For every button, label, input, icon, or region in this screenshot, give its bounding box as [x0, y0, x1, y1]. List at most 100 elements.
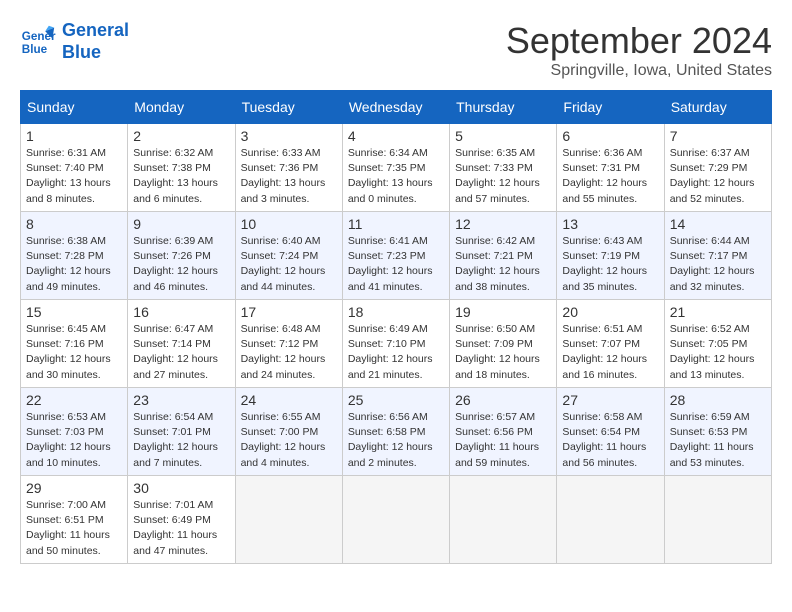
day-info: Sunrise: 6:58 AMSunset: 6:54 PMDaylight:… [562, 410, 658, 471]
day-info: Sunrise: 6:34 AMSunset: 7:35 PMDaylight:… [348, 146, 444, 207]
day-number: 9 [133, 216, 229, 232]
calendar-cell: 2Sunrise: 6:32 AMSunset: 7:38 PMDaylight… [128, 124, 235, 212]
day-number: 23 [133, 392, 229, 408]
day-number: 2 [133, 128, 229, 144]
day-info: Sunrise: 6:39 AMSunset: 7:26 PMDaylight:… [133, 234, 229, 295]
day-number: 13 [562, 216, 658, 232]
calendar-cell: 18 Sunrise: 6:49 AMSunset: 7:10 PMDayligh… [342, 300, 449, 388]
title-section: September 2024 Springville, Iowa, United… [506, 20, 772, 80]
calendar-cell: 27Sunrise: 6:58 AMSunset: 6:54 PMDayligh… [557, 388, 664, 476]
calendar-cell: 3Sunrise: 6:33 AMSunset: 7:36 PMDaylight… [235, 124, 342, 212]
day-number: 1 [26, 128, 122, 144]
day-number: 22 [26, 392, 122, 408]
calendar-table: SundayMondayTuesdayWednesdayThursdayFrid… [20, 90, 772, 564]
logo: General Blue General Blue [20, 20, 129, 63]
day-number: 14 [670, 216, 766, 232]
calendar-cell [664, 476, 771, 564]
day-number: 24 [241, 392, 337, 408]
day-number: 26 [455, 392, 551, 408]
month-title: September 2024 [506, 20, 772, 62]
logo-line2: Blue [62, 42, 101, 62]
day-number: 20 [562, 304, 658, 320]
calendar-cell: 7 Sunrise: 6:37 AMSunset: 7:29 PMDaylight… [664, 124, 771, 212]
calendar-cell: 11Sunrise: 6:41 AMSunset: 7:23 PMDayligh… [342, 212, 449, 300]
weekday-sunday: Sunday [21, 91, 128, 124]
day-number: 19 [455, 304, 551, 320]
calendar-cell: 12 Sunrise: 6:42 AMSunset: 7:21 PMDayligh… [450, 212, 557, 300]
day-info: Sunrise: 6:52 AMSunset: 7:05 PMDaylight:… [670, 322, 766, 383]
day-number: 7 [670, 128, 766, 144]
day-info: Sunrise: 6:33 AMSunset: 7:36 PMDaylight:… [241, 146, 337, 207]
day-info: Sunrise: 6:50 AMSunset: 7:09 PMDaylight:… [455, 322, 551, 383]
day-info: Sunrise: 6:45 AMSunset: 7:16 PMDaylight:… [26, 322, 122, 383]
calendar-cell: 6 Sunrise: 6:36 AMSunset: 7:31 PMDaylight… [557, 124, 664, 212]
calendar-cell: 25 Sunrise: 6:56 AMSunset: 6:58 PMDayligh… [342, 388, 449, 476]
weekday-thursday: Thursday [450, 91, 557, 124]
day-number: 15 [26, 304, 122, 320]
calendar-cell: 1 Sunrise: 6:31 AMSunset: 7:40 PMDaylight… [21, 124, 128, 212]
week-row-4: 22 Sunrise: 6:53 AMSunset: 7:03 PMDayligh… [21, 388, 772, 476]
day-number: 18 [348, 304, 444, 320]
calendar-cell: 24 Sunrise: 6:55 AMSunset: 7:00 PMDayligh… [235, 388, 342, 476]
day-number: 16 [133, 304, 229, 320]
day-info: Sunrise: 6:42 AMSunset: 7:21 PMDaylight:… [455, 234, 551, 295]
calendar-cell: 30 Sunrise: 7:01 AMSunset: 6:49 PMDayligh… [128, 476, 235, 564]
calendar-cell: 21 Sunrise: 6:52 AMSunset: 7:05 PMDayligh… [664, 300, 771, 388]
day-number: 29 [26, 480, 122, 496]
day-info: Sunrise: 6:49 AMSunset: 7:10 PMDaylight:… [348, 322, 444, 383]
calendar-cell: 13Sunrise: 6:43 AMSunset: 7:19 PMDayligh… [557, 212, 664, 300]
day-number: 30 [133, 480, 229, 496]
calendar-cell: 29 Sunrise: 7:00 AMSunset: 6:51 PMDayligh… [21, 476, 128, 564]
calendar-cell: 26 Sunrise: 6:57 AMSunset: 6:56 PMDayligh… [450, 388, 557, 476]
day-number: 4 [348, 128, 444, 144]
day-number: 12 [455, 216, 551, 232]
day-info: Sunrise: 6:37 AMSunset: 7:29 PMDaylight:… [670, 146, 766, 207]
weekday-header-row: SundayMondayTuesdayWednesdayThursdayFrid… [21, 91, 772, 124]
day-number: 21 [670, 304, 766, 320]
day-info: Sunrise: 6:48 AMSunset: 7:12 PMDaylight:… [241, 322, 337, 383]
day-number: 25 [348, 392, 444, 408]
day-number: 8 [26, 216, 122, 232]
calendar-cell [557, 476, 664, 564]
calendar-cell: 17 Sunrise: 6:48 AMSunset: 7:12 PMDayligh… [235, 300, 342, 388]
day-number: 10 [241, 216, 337, 232]
day-info: Sunrise: 6:54 AMSunset: 7:01 PMDaylight:… [133, 410, 229, 471]
day-info: Sunrise: 6:55 AMSunset: 7:00 PMDaylight:… [241, 410, 337, 471]
week-row-1: 1 Sunrise: 6:31 AMSunset: 7:40 PMDaylight… [21, 124, 772, 212]
day-number: 5 [455, 128, 551, 144]
day-info: Sunrise: 6:57 AMSunset: 6:56 PMDaylight:… [455, 410, 551, 471]
svg-text:Blue: Blue [22, 42, 48, 55]
day-info: Sunrise: 6:31 AMSunset: 7:40 PMDaylight:… [26, 146, 122, 207]
week-row-3: 15 Sunrise: 6:45 AMSunset: 7:16 PMDayligh… [21, 300, 772, 388]
day-info: Sunrise: 6:40 AMSunset: 7:24 PMDaylight:… [241, 234, 337, 295]
day-number: 28 [670, 392, 766, 408]
calendar-cell: 8 Sunrise: 6:38 AMSunset: 7:28 PMDaylight… [21, 212, 128, 300]
day-info: Sunrise: 6:44 AMSunset: 7:17 PMDaylight:… [670, 234, 766, 295]
weekday-monday: Monday [128, 91, 235, 124]
calendar-cell: 15 Sunrise: 6:45 AMSunset: 7:16 PMDayligh… [21, 300, 128, 388]
calendar-cell [450, 476, 557, 564]
day-number: 6 [562, 128, 658, 144]
day-info: Sunrise: 6:53 AMSunset: 7:03 PMDaylight:… [26, 410, 122, 471]
calendar-cell [235, 476, 342, 564]
calendar-cell [342, 476, 449, 564]
calendar-cell: 22 Sunrise: 6:53 AMSunset: 7:03 PMDayligh… [21, 388, 128, 476]
calendar-cell: 16Sunrise: 6:47 AMSunset: 7:14 PMDayligh… [128, 300, 235, 388]
calendar-cell: 20Sunrise: 6:51 AMSunset: 7:07 PMDayligh… [557, 300, 664, 388]
weekday-friday: Friday [557, 91, 664, 124]
calendar-cell: 10 Sunrise: 6:40 AMSunset: 7:24 PMDayligh… [235, 212, 342, 300]
day-info: Sunrise: 6:38 AMSunset: 7:28 PMDaylight:… [26, 234, 122, 295]
calendar-cell: 5Sunrise: 6:35 AMSunset: 7:33 PMDaylight… [450, 124, 557, 212]
day-info: Sunrise: 7:01 AMSunset: 6:49 PMDaylight:… [133, 498, 229, 559]
calendar-cell: 28 Sunrise: 6:59 AMSunset: 6:53 PMDayligh… [664, 388, 771, 476]
day-info: Sunrise: 7:00 AMSunset: 6:51 PMDaylight:… [26, 498, 122, 559]
day-number: 17 [241, 304, 337, 320]
day-info: Sunrise: 6:36 AMSunset: 7:31 PMDaylight:… [562, 146, 658, 207]
week-row-5: 29 Sunrise: 7:00 AMSunset: 6:51 PMDayligh… [21, 476, 772, 564]
logo-icon: General Blue [20, 24, 56, 60]
calendar-cell: 23 Sunrise: 6:54 AMSunset: 7:01 PMDayligh… [128, 388, 235, 476]
logo-line1: General [62, 20, 129, 40]
day-info: Sunrise: 6:56 AMSunset: 6:58 PMDaylight:… [348, 410, 444, 471]
day-info: Sunrise: 6:59 AMSunset: 6:53 PMDaylight:… [670, 410, 766, 471]
day-info: Sunrise: 6:41 AMSunset: 7:23 PMDaylight:… [348, 234, 444, 295]
